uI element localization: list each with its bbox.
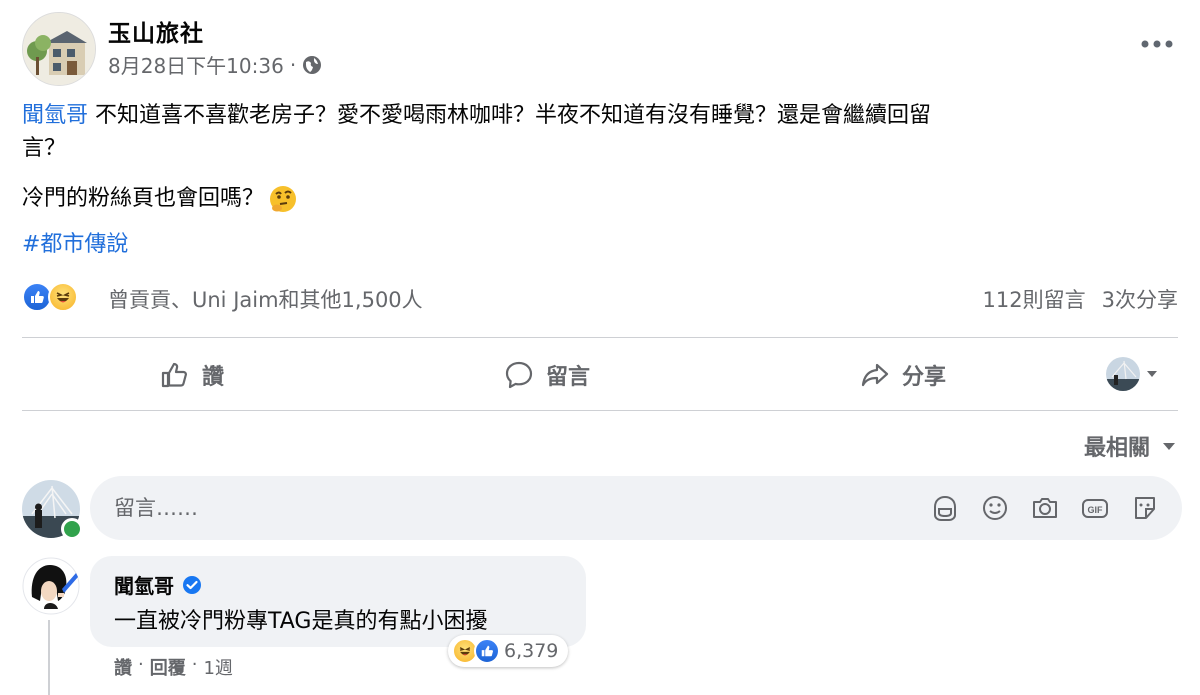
composer-tools: GIF [930,493,1160,523]
comment-reaction-count: 6,379 [504,640,559,662]
post-text-line-1-cont: 言？ [22,136,67,161]
reaction-summary[interactable]: 曾貢貢、Uni Jaim和其他1,500人 [108,284,423,314]
comment-like-link[interactable]: 讚 [114,654,132,680]
shares-count[interactable]: 3次分享 [1102,284,1178,314]
post-text-2: 冷門的粉絲頁也會回嗎？ [22,186,265,211]
online-status-indicator [61,518,83,540]
globe-icon [303,55,322,74]
caret-down-icon [1163,442,1175,450]
comment-label: 留言 [546,365,591,390]
comment-actions: 讚 · 回覆 · 1週 [114,654,233,680]
comment-composer[interactable]: GIF [90,476,1182,540]
caret-down-icon [1147,371,1157,377]
thinking-face-emoji [270,185,297,212]
page-avatar[interactable] [22,12,96,86]
post-text-line-2: 冷門的粉絲頁也會回嗎？ [22,182,298,215]
comments-count[interactable]: 112則留言 [983,284,1086,314]
comment-text: 一直被冷門粉專TAG是真的有點小困擾 [114,609,488,634]
post-as-selector[interactable] [1106,357,1158,391]
post-stats: 112則留言 3次分享 [983,284,1178,314]
comment-reply-link[interactable]: 回覆 [150,654,186,680]
verified-badge-icon [183,575,201,594]
svg-text:GIF: GIF [1088,505,1104,515]
comment-author-name[interactable]: 聞氫哥 [114,570,174,599]
emoji-icon[interactable] [980,493,1010,523]
post-meta: 8月28日下午10:36 · [108,50,322,79]
share-button[interactable]: 分享 [860,352,946,398]
share-arrow-icon [861,363,889,387]
comment-time[interactable]: 1週 [203,654,232,680]
divider [22,337,1178,338]
commenter-avatar[interactable] [22,557,80,615]
post-text-line-1: 聞氫哥 不知道喜不喜歡老房子？愛不愛喝雨林咖啡？半夜不知道有沒有睡覺？還是會繼續… [22,99,931,132]
comment-reactions[interactable]: 6,379 [448,635,569,667]
like-icon [474,638,500,664]
like-button[interactable]: 讚 [160,352,224,398]
post-text: 不知道喜不喜歡老房子？愛不愛喝雨林咖啡？半夜不知道有沒有睡覺？還是會繼續回留 [88,103,932,128]
haha-icon [48,282,78,312]
sticker-icon[interactable] [1130,493,1160,523]
sort-label: 最相關 [1083,436,1150,461]
avatar-sticker-icon[interactable] [930,493,960,523]
camera-icon[interactable] [1030,493,1060,523]
gif-icon[interactable]: GIF [1080,493,1110,523]
comment-sort-dropdown[interactable]: 最相關 [1084,430,1176,462]
mention-link[interactable]: 聞氫哥 [22,103,88,128]
meta-separator: · [289,52,297,77]
share-label: 分享 [902,365,947,390]
post-timestamp[interactable]: 8月28日下午10:36 [108,50,284,79]
comment-button[interactable]: 留言 [504,352,590,398]
thread-line [48,620,50,695]
thumbs-up-icon [161,362,187,388]
more-options-button[interactable] [1140,30,1174,55]
action-separator: · [191,654,198,675]
hashtag-link[interactable]: #都市傳說 [22,228,128,261]
action-separator: · [138,654,144,675]
avatar [1106,357,1140,391]
reaction-icons[interactable] [22,282,78,312]
comment-bubble-icon [505,361,533,389]
page-name[interactable]: 玉山旅社 [108,14,204,48]
house-illustration-icon [23,13,95,85]
like-label: 讚 [202,365,225,390]
ellipsis-icon [1141,40,1173,48]
divider [22,410,1178,411]
comment-input[interactable] [112,495,930,521]
comment-author: 聞氫哥 [114,570,202,599]
